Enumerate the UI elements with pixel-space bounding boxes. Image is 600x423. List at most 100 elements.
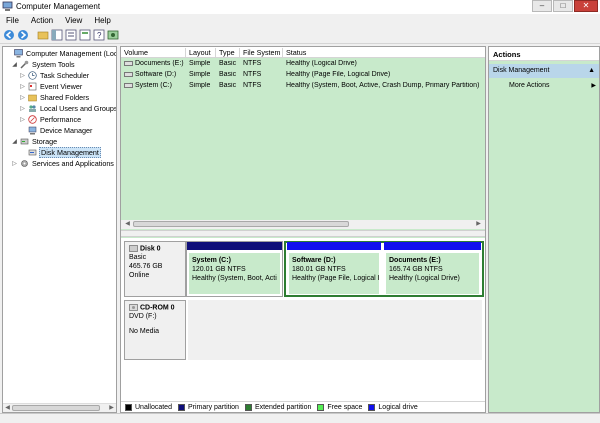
disk-state: No Media: [129, 328, 159, 336]
scroll-left-icon[interactable]: ◀: [3, 404, 12, 412]
back-arrow-icon[interactable]: [3, 29, 15, 41]
pane-splitter[interactable]: [121, 230, 485, 237]
more-actions-item[interactable]: More Actions ▶: [489, 78, 599, 89]
event-icon: [28, 82, 37, 91]
tree-item-event-viewer[interactable]: ▷ Event Viewer: [19, 81, 83, 92]
minimize-button[interactable]: –: [532, 0, 552, 12]
column-header-type[interactable]: Type: [216, 48, 240, 58]
volume-file-system: NTFS: [243, 60, 262, 67]
tree-item-performance[interactable]: ▷ Performance: [19, 114, 82, 125]
tree-item-shared-folders[interactable]: ▷ Shared Folders: [19, 92, 90, 103]
tree-item-local-users-and-groups[interactable]: ▷ Local Users and Groups: [19, 103, 116, 114]
volume-file-system: NTFS: [243, 71, 262, 78]
users-icon: [29, 105, 36, 112]
collapse-caret-icon[interactable]: ▲: [588, 67, 595, 74]
partition-software-d[interactable]: Software (D:) 180.01 GB NTFS Healthy (Pa…: [286, 241, 382, 297]
volume-icon: [124, 82, 133, 88]
legend-swatch: [177, 403, 185, 411]
volume-name: Software (D:): [135, 71, 177, 78]
properties-icon[interactable]: [65, 29, 77, 41]
tree-expander-icon[interactable]: ▷: [19, 94, 26, 101]
forward-arrow-icon[interactable]: [17, 29, 29, 41]
menu-action[interactable]: Action: [25, 14, 59, 27]
tree-expander-icon[interactable]: ▷: [19, 116, 26, 123]
scroll-thumb[interactable]: [12, 405, 100, 411]
disk-0-info[interactable]: Disk 0 Basic 465.76 GB Online: [124, 241, 186, 297]
scroll-left-icon[interactable]: ◀: [123, 220, 132, 228]
menu-help[interactable]: Help: [88, 14, 116, 27]
disk-name: Disk 0: [139, 245, 161, 253]
volume-row[interactable]: Documents (E:) Simple Basic NTFS Healthy…: [121, 59, 485, 70]
disk-settings-icon[interactable]: [107, 29, 119, 41]
partition-system-c[interactable]: System (C:) 120.01 GB NTFS Healthy (Syst…: [186, 241, 283, 297]
clock-icon: [28, 71, 37, 80]
tree-expander-icon[interactable]: ◢: [11, 61, 18, 68]
show-hide-tree-icon[interactable]: [51, 29, 63, 41]
close-button[interactable]: ✕: [574, 0, 598, 12]
tree-item-label: Event Viewer: [40, 82, 83, 91]
actions-section-disk-management[interactable]: Disk Management ▲: [489, 64, 599, 78]
legend-item: Free space: [317, 403, 362, 411]
column-header-volume[interactable]: Volume: [121, 48, 186, 58]
partition-name: Documents (E:): [389, 257, 441, 264]
tree-item-label: Disk Management: [39, 147, 101, 158]
tree-item-disk-management[interactable]: Disk Management: [19, 147, 101, 158]
menu-view[interactable]: View: [59, 14, 88, 27]
tree-item-services-and-applications[interactable]: ▷ Services and Applications: [11, 158, 115, 169]
volume-type: Basic: [219, 71, 237, 78]
maximize-button[interactable]: □: [553, 0, 573, 12]
volume-type: Basic: [219, 82, 237, 89]
partition-name: Software (D:): [292, 257, 336, 264]
column-header-layout[interactable]: Layout: [186, 48, 216, 58]
legend-swatch: [368, 403, 376, 411]
help-icon[interactable]: ?: [93, 29, 105, 41]
tree-expander-icon[interactable]: ▷: [19, 83, 26, 90]
tree-item-label: Device Manager: [40, 126, 93, 135]
volume-row[interactable]: Software (D:) Simple Basic NTFS Healthy …: [121, 70, 485, 81]
scroll-thumb[interactable]: [133, 221, 349, 227]
partition-size: 180.01 GB NTFS: [292, 266, 346, 273]
cd-rom-0-info[interactable]: CD-ROM 0 DVD (F:) No Media: [124, 300, 186, 360]
toolbar: ?: [0, 27, 600, 44]
volume-status: Healthy (Logical Drive): [286, 60, 357, 67]
partition-type-bar: [287, 242, 381, 250]
tree-expander-icon[interactable]: ▷: [19, 72, 26, 79]
scroll-right-icon[interactable]: ▶: [107, 404, 116, 412]
tree-item-system-tools[interactable]: ◢ System Tools: [11, 59, 76, 70]
legend-label: Unallocated: [135, 403, 172, 411]
tree-expander-icon[interactable]: ▷: [19, 105, 26, 112]
partition-legend: Unallocated Primary partition Extended p…: [121, 401, 485, 412]
disk-kind: DVD (F:): [129, 313, 157, 321]
up-folder-icon[interactable]: [37, 29, 49, 41]
volume-icon: [124, 60, 133, 66]
partition-size: 165.74 GB NTFS: [389, 266, 443, 273]
partition-size: 120.01 GB NTFS: [192, 266, 246, 273]
disk-size: 465.76 GB: [129, 263, 163, 271]
export-list-icon[interactable]: [79, 29, 91, 41]
partition-type-bar: [384, 242, 481, 250]
tree-expander-icon[interactable]: ▷: [11, 160, 18, 167]
performance-icon: [28, 115, 37, 124]
cd-rom-media-area: [188, 300, 482, 360]
tree-expander-icon[interactable]: ◢: [11, 138, 18, 145]
volume-layout: Simple: [189, 71, 211, 78]
tree-item-storage[interactable]: ◢ Storage: [11, 136, 58, 147]
tree-item-task-scheduler[interactable]: ▷ Task Scheduler: [19, 70, 90, 81]
tree-item-computer-management[interactable]: Computer Management (Local: [5, 48, 116, 59]
navigation-tree: Computer Management (Local ◢ System Tool…: [2, 46, 117, 413]
disk-graphical-view: Disk 0 Basic 465.76 GB Online System (C:…: [121, 238, 485, 402]
disk-kind: Basic: [129, 254, 147, 262]
menu-file[interactable]: File: [0, 14, 25, 27]
column-header-file-system[interactable]: File System: [240, 48, 283, 58]
volume-row[interactable]: System (C:) Simple Basic NTFS Healthy (S…: [121, 81, 485, 92]
tree-item-label: Performance: [40, 115, 82, 124]
legend-label: Primary partition: [187, 403, 239, 411]
partition-documents-e[interactable]: Documents (E:) 165.74 GB NTFS Healthy (L…: [383, 241, 482, 297]
volume-list-horizontal-scrollbar[interactable]: ◀ ▶: [121, 220, 485, 229]
volume-status: Healthy (System, Boot, Active, Crash Dum…: [286, 82, 480, 89]
scroll-right-icon[interactable]: ▶: [474, 220, 483, 228]
volume-layout: Simple: [189, 82, 211, 89]
column-header-status[interactable]: Status: [283, 48, 487, 58]
tree-item-device-manager[interactable]: Device Manager: [19, 125, 93, 136]
tree-horizontal-scrollbar[interactable]: ◀ ▶: [3, 403, 116, 412]
